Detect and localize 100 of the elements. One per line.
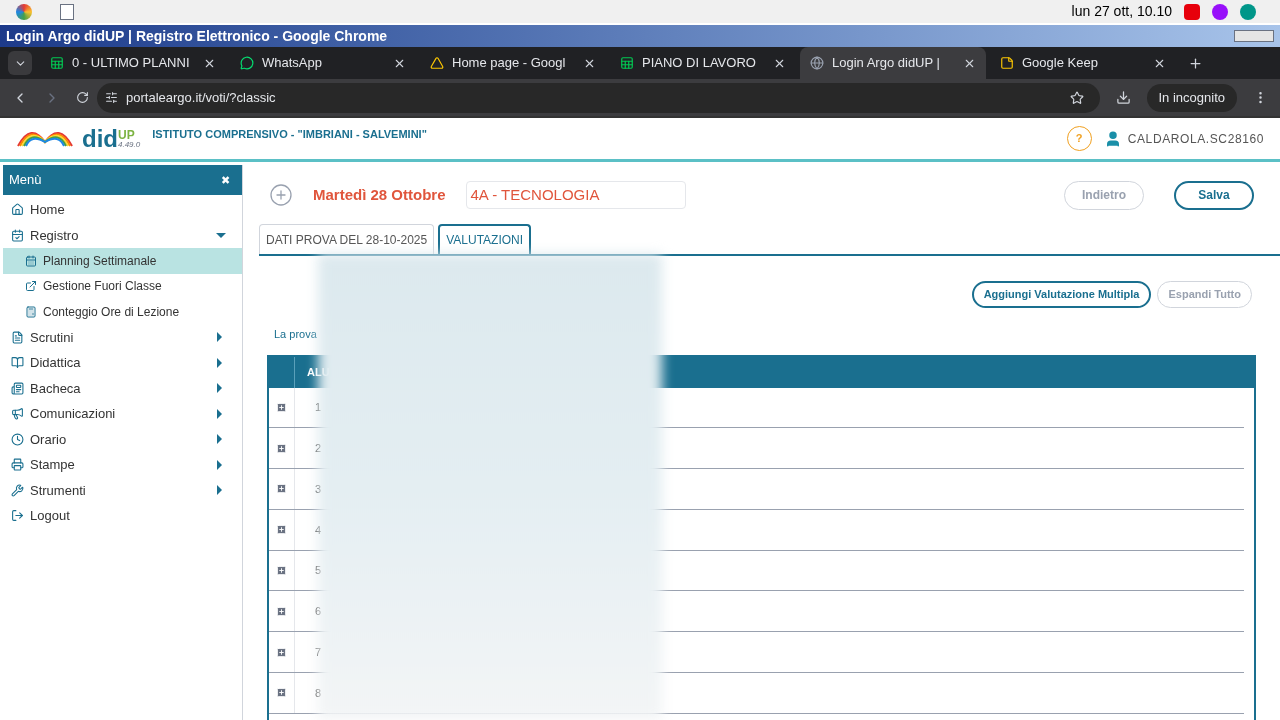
sidebar-label: Home [30,201,66,219]
address-bar[interactable]: portaleargo.it/voti/?classic [97,82,1100,113]
sidebar-item[interactable]: Bacheca [3,375,242,401]
sheet-icon [50,56,64,70]
username: CALDAROLA.SC28160 [1127,130,1264,148]
row-number: 5 [315,563,322,579]
calendar-icon [25,254,37,267]
tab-search-button[interactable] [8,51,32,75]
submenu-item[interactable]: Conteggio Ore di Lezione [3,299,242,325]
logo-text: did [82,126,118,151]
sheet-icon [620,56,634,70]
doc-icon [11,330,24,344]
megaphone-icon [11,407,24,421]
sidebar-label: Orario [30,430,68,449]
sidebar-item[interactable]: Didattica [3,350,242,376]
sidebar-label: Strumenti [30,481,87,500]
sidebar-item[interactable]: Registro [3,222,242,248]
expand-icon[interactable] [276,442,287,454]
sidebar-label: Comunicazioni [30,405,117,423]
home-icon [11,203,24,217]
row-number: 4 [315,522,322,538]
caret-icon [217,332,222,343]
site-info-icon[interactable] [105,91,118,104]
submenu-label: Conteggio Ore di Lezione [43,303,180,321]
window-controls-icon[interactable] [1234,30,1274,42]
sidebar-label: Logout [30,507,71,525]
expand-icon[interactable] [276,646,287,658]
window-title: Login Argo didUP | Registro Elettronico - Google Chrome [6,26,389,46]
tab-title: 0 - ULTIMO PLANNI [72,54,191,73]
logo-drawing [16,130,74,147]
browser-tab[interactable]: Google Keep [990,47,1176,79]
version-text: 4.49.0 [118,140,141,149]
printer-icon [11,458,24,472]
sidebar-item[interactable]: Orario [3,426,242,452]
clock-icon [11,432,24,446]
caret-icon [217,434,222,445]
register-icon [11,228,24,242]
incognito-badge[interactable]: In incognito [1146,83,1237,112]
browser-tab[interactable]: 0 - ULTIMO PLANNI [40,47,226,79]
school-name: ISTITUTO COMPRENSIVO - "IMBRIANI - SALVEMINI" [152,127,428,143]
date-heading: Martedì 28 Ottobre [313,184,446,205]
note-icon [1000,56,1014,70]
submenu-label: Gestione Fuori Classe [43,278,162,296]
browser-tab[interactable]: Home page - Googl [420,47,606,79]
toolbar-button[interactable]: Salva [1174,180,1254,210]
tray-icon[interactable] [1212,3,1228,20]
sidebar-item[interactable]: Strumenti [3,477,242,503]
row-number: 2 [315,440,322,456]
expand-icon[interactable] [276,401,287,413]
row-number: 6 [315,604,322,620]
sidebar-item[interactable]: Home [3,197,242,223]
caret-icon [217,459,222,470]
sidebar-item[interactable]: Logout [3,503,242,529]
caret-icon [217,485,222,496]
file-icon[interactable] [60,3,74,20]
logout-icon [11,509,24,523]
expand-icon[interactable] [276,524,287,536]
book-icon [11,356,24,370]
tray-icon[interactable] [1184,3,1200,20]
expand-icon[interactable] [276,565,287,577]
expand-icon[interactable] [276,483,287,495]
sidebar-label: Didattica [30,354,82,372]
sidebar-label: Bacheca [30,379,82,398]
calculator-icon [25,305,37,318]
caret-icon [217,357,222,368]
logo-superscript: UP [118,128,136,141]
board-icon [11,381,24,395]
row-number: 8 [315,685,322,701]
submenu-item[interactable]: Planning Settimanale [3,248,242,274]
download-icon[interactable] [1115,90,1131,105]
tab-title: Login Argo didUP | [832,54,941,73]
browser-tab[interactable]: Login Argo didUP | [800,47,986,79]
expand-icon[interactable] [276,605,287,617]
caret-icon [217,408,222,419]
expand-icon[interactable] [276,687,287,699]
sidebar-title: Menù [9,171,43,190]
sidebar-item[interactable]: Comunicazioni [3,401,242,427]
submenu-label: Planning Settimanale [43,252,157,270]
sidebar-label: Registro [30,226,80,245]
close-button[interactable]: ✖ [221,171,230,189]
browser-tab[interactable]: PIANO DI LAVORO [610,47,796,79]
tray-icon[interactable] [1240,3,1256,20]
sidebar-item[interactable]: Stampe [3,452,242,478]
class-subject-field: 4A - TECNOLOGIA [465,181,686,209]
add-circle-icon[interactable] [269,183,293,207]
row-number: 7 [315,644,322,660]
bookmark-icon[interactable] [1069,90,1084,105]
tab-title: PIANO DI LAVORO [642,54,757,73]
triangle-icon [430,56,444,70]
caret-icon [217,383,222,394]
sidebar-item[interactable]: Scrutini [3,324,242,350]
row-number: 1 [315,400,322,416]
browser-tab[interactable]: WhatsApp [230,47,416,79]
app-menu-icon[interactable] [16,3,32,20]
note-text: La prova [274,327,318,342]
tab-title: WhatsApp [262,54,323,73]
new-tab-icon[interactable] [1188,55,1203,71]
reload-icon[interactable] [76,91,89,104]
submenu-item[interactable]: Gestione Fuori Classe [3,273,242,299]
action-button[interactable]: Aggiungi Valutazione Multipla [971,281,1152,308]
